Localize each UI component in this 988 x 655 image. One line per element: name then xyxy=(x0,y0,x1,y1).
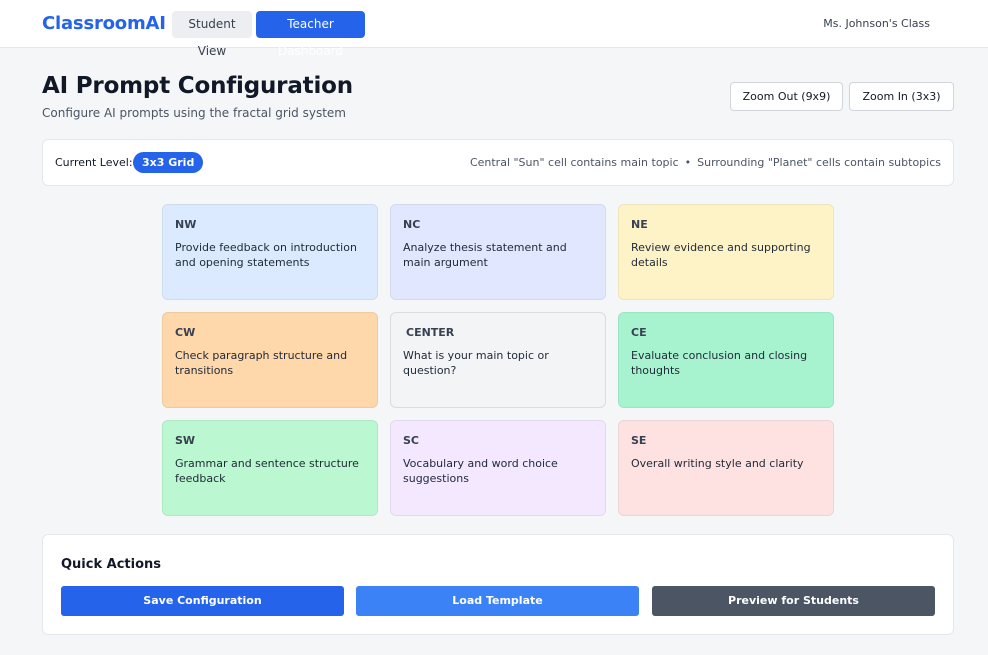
grid-cell-nc[interactable]: NC Analyze thesis statement and main arg… xyxy=(390,204,606,300)
preview-for-students-button[interactable]: Preview for Students xyxy=(652,586,935,616)
class-name: Ms. Johnson's Class xyxy=(823,17,930,30)
grid-cell-cw[interactable]: CW Check paragraph structure and transit… xyxy=(162,312,378,408)
grid-cell-center[interactable]: CENTER What is your main topic or questi… xyxy=(390,312,606,408)
page-subtitle: Configure AI prompts using the fractal g… xyxy=(42,106,346,120)
cell-code: SW xyxy=(175,434,196,447)
cell-code: CW xyxy=(175,326,196,339)
cell-code: NC xyxy=(403,218,421,231)
save-configuration-button[interactable]: Save Configuration xyxy=(61,586,344,616)
level-info-planet: Surrounding "Planet" cells contain subto… xyxy=(697,156,941,169)
top-navigation-bar: ClassroomAI Student View Teacher Dashboa… xyxy=(0,0,988,58)
cell-prompt: Evaluate conclusion and closing thoughts xyxy=(631,349,808,377)
grid-cell-ce[interactable]: CE Evaluate conclusion and closing thoug… xyxy=(618,312,834,408)
quick-actions-title: Quick Actions xyxy=(61,557,162,572)
cell-code: CE xyxy=(631,326,647,339)
brand-logo[interactable]: ClassroomAI xyxy=(42,13,166,34)
cell-code: CENTER xyxy=(406,326,455,339)
student-view-button[interactable]: Student View xyxy=(172,11,252,58)
cell-code: SE xyxy=(631,434,647,447)
level-badge: 3x3 Grid xyxy=(133,152,204,173)
cell-code: NW xyxy=(175,218,197,231)
cell-prompt: What is your main topic or question? xyxy=(403,349,549,377)
level-info: Central "Sun" cell contains main topic • S… xyxy=(470,156,941,169)
cell-prompt: Provide feedback on introduction and ope… xyxy=(175,241,357,269)
quick-actions-panel: Quick Actions Save Configuration Load Te… xyxy=(42,534,954,635)
grid-cell-sc[interactable]: SC Vocabulary and word choice suggestion… xyxy=(390,420,606,516)
cell-prompt: Review evidence and supporting details xyxy=(631,241,811,269)
current-level-bar: Current Level: 3x3 Grid Central "Sun" ce… xyxy=(42,139,954,186)
grid-cell-nw[interactable]: NW Provide feedback on introduction and … xyxy=(162,204,378,300)
page-title: AI Prompt Configuration xyxy=(42,73,353,99)
cell-prompt: Vocabulary and word choice suggestions xyxy=(403,457,558,485)
current-level-label: Current Level: xyxy=(55,156,133,169)
cell-code: SC xyxy=(403,434,419,447)
cell-code: NE xyxy=(631,218,648,231)
grid-cell-se[interactable]: SE Overall writing style and clarity xyxy=(618,420,834,516)
zoom-out-button[interactable]: Zoom Out (9x9) xyxy=(730,82,843,111)
cell-prompt: Grammar and sentence structure feedback xyxy=(175,457,359,485)
cell-prompt: Analyze thesis statement and main argume… xyxy=(403,241,567,269)
zoom-in-button[interactable]: Zoom In (3x3) xyxy=(849,82,954,111)
cell-prompt: Check paragraph structure and transition… xyxy=(175,349,348,377)
grid-cell-sw[interactable]: SW Grammar and sentence structure feedba… xyxy=(162,420,378,516)
cell-prompt: Overall writing style and clarity xyxy=(631,457,804,470)
level-info-separator: • xyxy=(684,156,692,169)
grid-cell-ne[interactable]: NE Review evidence and supporting detail… xyxy=(618,204,834,300)
load-template-button[interactable]: Load Template xyxy=(356,586,639,616)
teacher-dashboard-button[interactable]: Teacher Dashboard xyxy=(256,11,365,58)
level-info-sun: Central "Sun" cell contains main topic xyxy=(469,156,679,169)
